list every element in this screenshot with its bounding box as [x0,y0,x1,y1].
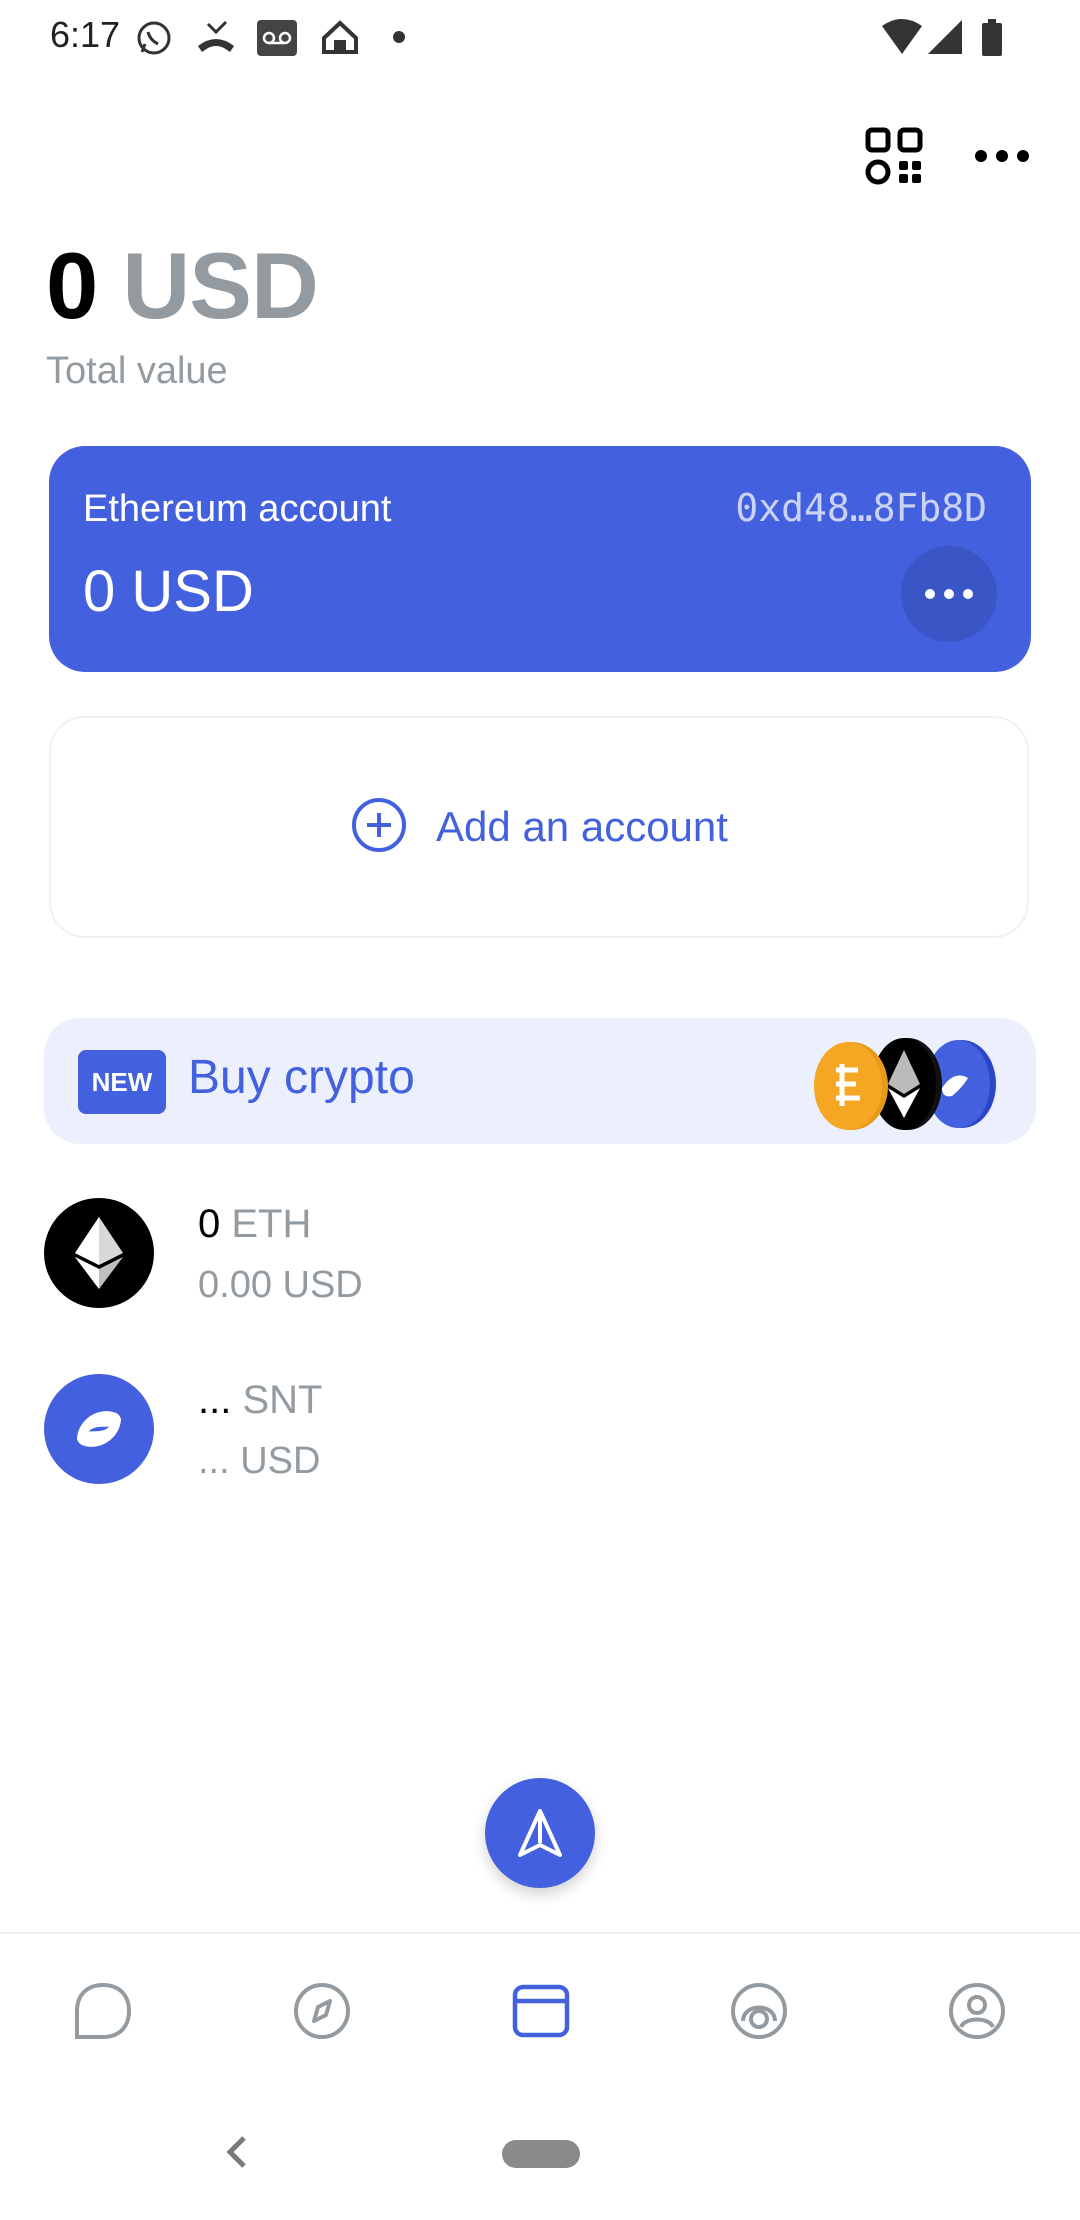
more-icon[interactable] [966,120,1038,192]
nav-divider [0,1932,1080,1934]
back-icon [226,2136,246,2168]
coins-icon [812,1036,1002,1132]
add-account-label: Add an account [436,803,728,850]
buy-crypto-banner[interactable]: NEW Buy crypto [44,1018,1036,1144]
status-icon [731,1983,787,2039]
qr-code-icon[interactable] [858,120,930,192]
battery-icon [980,18,1004,58]
chats-icon [75,1982,132,2039]
profile-icon [949,1983,1005,2039]
whatsapp-icon [134,18,174,58]
nav-status[interactable] [724,1976,794,2046]
account-address: 0xd48…8Fb8D [735,486,987,530]
system-home-button[interactable] [502,2140,580,2168]
asset-amount-value: 0 [198,1202,221,1246]
wallet-icon [512,1984,570,2038]
buy-crypto-label: Buy crypto [188,1051,415,1104]
browser-icon [294,1983,350,2039]
total-amount: 0 [46,233,98,338]
asset-symbol: ETH [231,1202,312,1246]
missed-call-icon [194,18,238,58]
account-menu-button[interactable] [901,546,997,642]
asset-symbol: SNT [242,1378,323,1422]
account-name: Ethereum account [83,488,392,530]
asset-amount-value: ... [198,1378,232,1422]
add-account-button[interactable]: Add an account [49,716,1029,938]
status-time: 6:17 [50,14,121,55]
asset-amount-eth: 0 ETH [198,1202,311,1247]
signal-icon [926,18,966,58]
system-back-button[interactable] [222,2132,252,2177]
account-card[interactable]: Ethereum account 0xd48…8Fb8D 0 USD [49,446,1031,672]
total-currency: USD [122,233,318,338]
home-icon [320,18,360,58]
new-badge: NEW [78,1050,166,1114]
send-icon [518,1809,562,1857]
nav-chats[interactable] [68,1976,138,2046]
send-button[interactable] [485,1778,595,1888]
nav-browser[interactable] [287,1976,357,2046]
asset-amount-snt: ... SNT [198,1378,322,1423]
more-icon [925,589,973,599]
asset-usd-snt: ... USD [198,1440,321,1482]
nav-profile[interactable] [942,1976,1012,2046]
voicemail-icon [256,18,298,58]
total-label: Total value [46,350,228,392]
account-balance: 0 USD [83,559,254,624]
ethereum-icon[interactable] [44,1198,154,1308]
add-circle-icon [350,796,408,859]
nav-wallet[interactable] [506,1976,576,2046]
dot-icon [392,30,406,44]
total-value: 0 USD [46,232,319,340]
status-token-icon[interactable] [44,1374,154,1484]
asset-usd-eth: 0.00 USD [198,1264,363,1306]
wifi-icon [880,18,924,58]
